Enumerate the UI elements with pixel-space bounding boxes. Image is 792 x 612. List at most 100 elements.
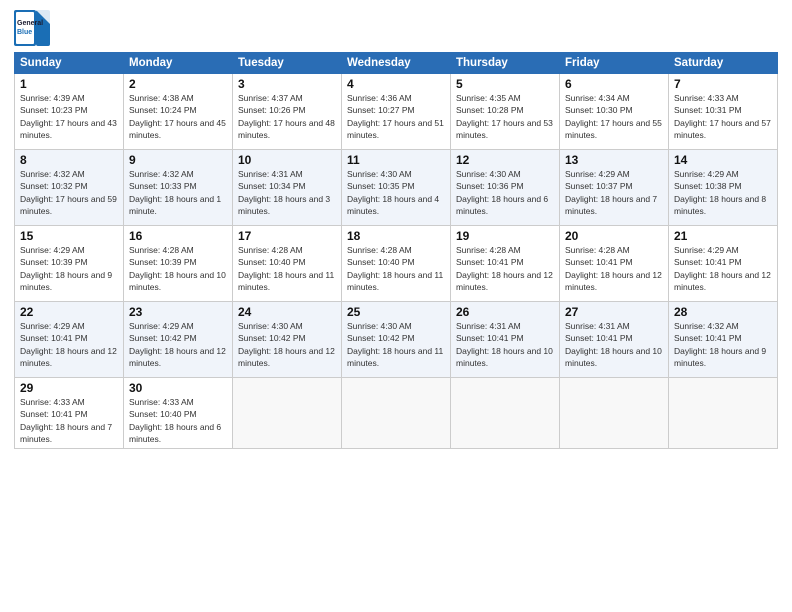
calendar-cell: 23 Sunrise: 4:29 AM Sunset: 10:42 PM Day…: [124, 302, 233, 378]
daylight-label: Daylight: 17 hours and 43 minutes.: [20, 118, 117, 140]
calendar-cell: 28 Sunrise: 4:32 AM Sunset: 10:41 PM Day…: [669, 302, 778, 378]
day-info: Sunrise: 4:29 AM Sunset: 10:38 PM Daylig…: [674, 168, 772, 217]
calendar-week-4: 22 Sunrise: 4:29 AM Sunset: 10:41 PM Day…: [15, 302, 778, 378]
sunset-label: Sunset: 10:42 PM: [347, 333, 415, 343]
day-info: Sunrise: 4:29 AM Sunset: 10:37 PM Daylig…: [565, 168, 663, 217]
sunrise-label: Sunrise: 4:32 AM: [129, 169, 194, 179]
col-header-wednesday: Wednesday: [342, 53, 451, 74]
daylight-label: Daylight: 17 hours and 53 minutes.: [456, 118, 553, 140]
day-info: Sunrise: 4:28 AM Sunset: 10:40 PM Daylig…: [238, 244, 336, 293]
calendar-cell: 22 Sunrise: 4:29 AM Sunset: 10:41 PM Day…: [15, 302, 124, 378]
day-number: 23: [129, 305, 227, 319]
daylight-label: Daylight: 18 hours and 10 minutes.: [456, 346, 553, 368]
day-number: 25: [347, 305, 445, 319]
day-info: Sunrise: 4:37 AM Sunset: 10:26 PM Daylig…: [238, 92, 336, 141]
calendar-cell: 9 Sunrise: 4:32 AM Sunset: 10:33 PM Dayl…: [124, 150, 233, 226]
calendar-cell: 15 Sunrise: 4:29 AM Sunset: 10:39 PM Day…: [15, 226, 124, 302]
sunset-label: Sunset: 10:41 PM: [565, 257, 633, 267]
sunset-label: Sunset: 10:41 PM: [456, 257, 524, 267]
sunset-label: Sunset: 10:39 PM: [20, 257, 88, 267]
day-info: Sunrise: 4:32 AM Sunset: 10:32 PM Daylig…: [20, 168, 118, 217]
day-number: 27: [565, 305, 663, 319]
daylight-label: Daylight: 18 hours and 3 minutes.: [238, 194, 330, 216]
calendar-cell: 5 Sunrise: 4:35 AM Sunset: 10:28 PM Dayl…: [451, 74, 560, 150]
day-number: 6: [565, 77, 663, 91]
sunrise-label: Sunrise: 4:28 AM: [347, 245, 412, 255]
calendar-week-2: 8 Sunrise: 4:32 AM Sunset: 10:32 PM Dayl…: [15, 150, 778, 226]
day-info: Sunrise: 4:34 AM Sunset: 10:30 PM Daylig…: [565, 92, 663, 141]
day-number: 8: [20, 153, 118, 167]
calendar-cell: 1 Sunrise: 4:39 AM Sunset: 10:23 PM Dayl…: [15, 74, 124, 150]
daylight-label: Daylight: 18 hours and 6 minutes.: [129, 422, 221, 444]
calendar-cell: 6 Sunrise: 4:34 AM Sunset: 10:30 PM Dayl…: [560, 74, 669, 150]
day-number: 12: [456, 153, 554, 167]
calendar-cell: 24 Sunrise: 4:30 AM Sunset: 10:42 PM Day…: [233, 302, 342, 378]
day-info: Sunrise: 4:31 AM Sunset: 10:41 PM Daylig…: [456, 320, 554, 369]
day-info: Sunrise: 4:30 AM Sunset: 10:42 PM Daylig…: [347, 320, 445, 369]
sunrise-label: Sunrise: 4:32 AM: [20, 169, 85, 179]
calendar-week-5: 29 Sunrise: 4:33 AM Sunset: 10:41 PM Day…: [15, 378, 778, 449]
daylight-label: Daylight: 17 hours and 55 minutes.: [565, 118, 662, 140]
daylight-label: Daylight: 18 hours and 12 minutes.: [20, 346, 117, 368]
day-number: 15: [20, 229, 118, 243]
sunrise-label: Sunrise: 4:28 AM: [129, 245, 194, 255]
sunset-label: Sunset: 10:33 PM: [129, 181, 197, 191]
day-info: Sunrise: 4:35 AM Sunset: 10:28 PM Daylig…: [456, 92, 554, 141]
calendar-cell: 7 Sunrise: 4:33 AM Sunset: 10:31 PM Dayl…: [669, 74, 778, 150]
day-number: 10: [238, 153, 336, 167]
sunset-label: Sunset: 10:40 PM: [347, 257, 415, 267]
daylight-label: Daylight: 17 hours and 59 minutes.: [20, 194, 117, 216]
sunrise-label: Sunrise: 4:38 AM: [129, 93, 194, 103]
sunset-label: Sunset: 10:37 PM: [565, 181, 633, 191]
sunrise-label: Sunrise: 4:30 AM: [347, 169, 412, 179]
day-info: Sunrise: 4:29 AM Sunset: 10:41 PM Daylig…: [674, 244, 772, 293]
sunrise-label: Sunrise: 4:28 AM: [456, 245, 521, 255]
day-number: 14: [674, 153, 772, 167]
day-info: Sunrise: 4:28 AM Sunset: 10:40 PM Daylig…: [347, 244, 445, 293]
col-header-sunday: Sunday: [15, 53, 124, 74]
day-info: Sunrise: 4:31 AM Sunset: 10:41 PM Daylig…: [565, 320, 663, 369]
col-header-saturday: Saturday: [669, 53, 778, 74]
daylight-label: Daylight: 18 hours and 12 minutes.: [238, 346, 335, 368]
daylight-label: Daylight: 18 hours and 12 minutes.: [456, 270, 553, 292]
calendar-cell: 26 Sunrise: 4:31 AM Sunset: 10:41 PM Day…: [451, 302, 560, 378]
logo: General Blue: [14, 10, 54, 46]
sunrise-label: Sunrise: 4:29 AM: [674, 169, 739, 179]
calendar-cell: 4 Sunrise: 4:36 AM Sunset: 10:27 PM Dayl…: [342, 74, 451, 150]
sunset-label: Sunset: 10:41 PM: [20, 409, 88, 419]
day-info: Sunrise: 4:28 AM Sunset: 10:41 PM Daylig…: [565, 244, 663, 293]
day-info: Sunrise: 4:29 AM Sunset: 10:41 PM Daylig…: [20, 320, 118, 369]
daylight-label: Daylight: 18 hours and 9 minutes.: [20, 270, 112, 292]
day-number: 2: [129, 77, 227, 91]
daylight-label: Daylight: 18 hours and 11 minutes.: [347, 270, 443, 292]
sunrise-label: Sunrise: 4:30 AM: [456, 169, 521, 179]
sunset-label: Sunset: 10:41 PM: [565, 333, 633, 343]
sunrise-label: Sunrise: 4:35 AM: [456, 93, 521, 103]
col-header-friday: Friday: [560, 53, 669, 74]
day-number: 5: [456, 77, 554, 91]
day-info: Sunrise: 4:33 AM Sunset: 10:40 PM Daylig…: [129, 396, 227, 445]
calendar-cell: [669, 378, 778, 449]
daylight-label: Daylight: 18 hours and 12 minutes.: [674, 270, 771, 292]
sunset-label: Sunset: 10:35 PM: [347, 181, 415, 191]
day-number: 30: [129, 381, 227, 395]
sunrise-label: Sunrise: 4:32 AM: [674, 321, 739, 331]
sunrise-label: Sunrise: 4:34 AM: [565, 93, 630, 103]
sunset-label: Sunset: 10:41 PM: [20, 333, 88, 343]
daylight-label: Daylight: 18 hours and 10 minutes.: [565, 346, 662, 368]
sunset-label: Sunset: 10:36 PM: [456, 181, 524, 191]
sunrise-label: Sunrise: 4:30 AM: [238, 321, 303, 331]
sunset-label: Sunset: 10:32 PM: [20, 181, 88, 191]
day-number: 11: [347, 153, 445, 167]
day-info: Sunrise: 4:28 AM Sunset: 10:39 PM Daylig…: [129, 244, 227, 293]
day-info: Sunrise: 4:33 AM Sunset: 10:31 PM Daylig…: [674, 92, 772, 141]
daylight-label: Daylight: 17 hours and 51 minutes.: [347, 118, 444, 140]
calendar-cell: [342, 378, 451, 449]
day-number: 29: [20, 381, 118, 395]
day-info: Sunrise: 4:33 AM Sunset: 10:41 PM Daylig…: [20, 396, 118, 445]
day-number: 7: [674, 77, 772, 91]
daylight-label: Daylight: 17 hours and 45 minutes.: [129, 118, 226, 140]
day-number: 20: [565, 229, 663, 243]
day-info: Sunrise: 4:30 AM Sunset: 10:35 PM Daylig…: [347, 168, 445, 217]
day-number: 9: [129, 153, 227, 167]
